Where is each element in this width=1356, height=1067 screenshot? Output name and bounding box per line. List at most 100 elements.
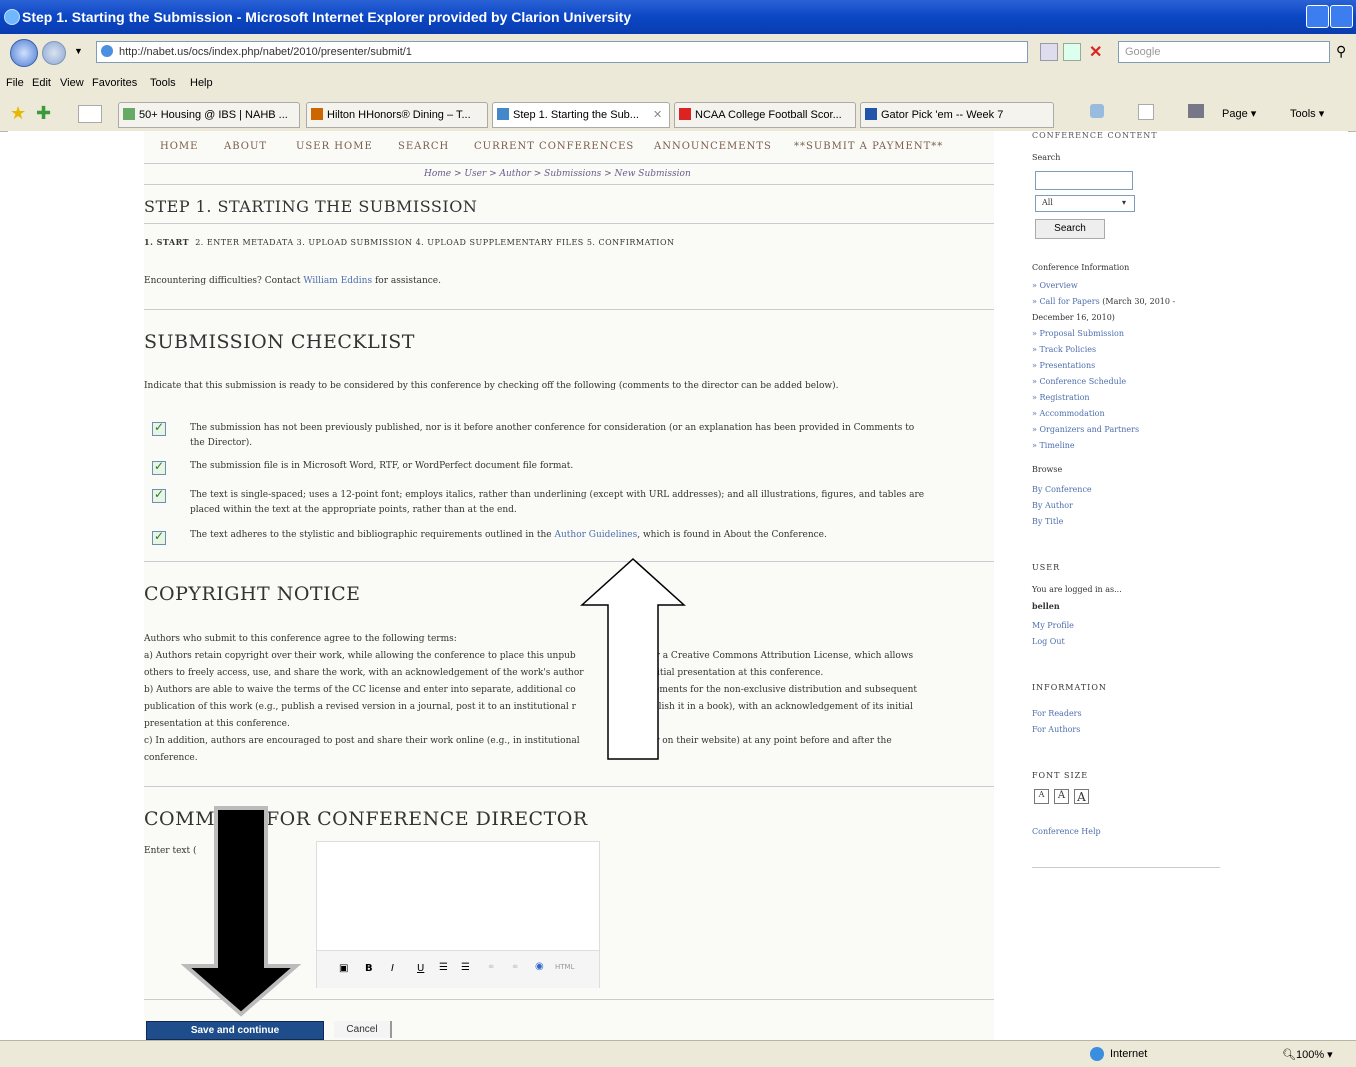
tab-ncaa[interactable]: NCAA College Football Scor... <box>674 102 856 128</box>
tab-hilton[interactable]: Hilton HHonors® Dining – T... <box>306 102 488 128</box>
nav-announcements[interactable]: ANNOUNCEMENTS <box>654 141 772 152</box>
back-icon[interactable] <box>10 39 38 67</box>
cancel-button[interactable]: Cancel <box>334 1021 392 1038</box>
tab-gator[interactable]: Gator Pick 'em -- Week 7 <box>860 102 1054 128</box>
tab-housing[interactable]: 50+ Housing @ IBS | NAHB ... <box>118 102 300 128</box>
logged-in-text: You are logged in as... <box>1032 585 1122 594</box>
ie-icon <box>4 9 20 25</box>
for-authors-link[interactable]: For Authors <box>1032 725 1080 734</box>
checklist-checkbox[interactable] <box>152 420 166 436</box>
breadcrumb[interactable]: Home > User > Author > Submissions > New… <box>424 169 691 179</box>
sidebar-search-input[interactable] <box>1035 171 1133 190</box>
nav-about[interactable]: ABOUT <box>224 141 267 152</box>
black-down-arrow <box>180 806 302 1017</box>
checklist-checkbox[interactable] <box>152 487 166 503</box>
log-out-link[interactable]: Log Out <box>1032 637 1065 646</box>
stop-icon[interactable]: ✕ <box>1089 42 1102 62</box>
tools-menu-button[interactable]: Tools ▾ <box>1290 107 1324 120</box>
sidebar-search-button[interactable]: Search <box>1035 219 1105 239</box>
history-dropdown-icon[interactable]: ▼ <box>74 46 83 56</box>
address-dropdown-icon[interactable] <box>1040 43 1058 61</box>
link-proposal-submission[interactable]: » Proposal Submission <box>1032 329 1124 338</box>
link-registration[interactable]: » Registration <box>1032 393 1090 402</box>
comments-textarea[interactable]: ▣ B I U ☰ ☰ ⚭ ⚭ ◉ HTML <box>316 841 600 988</box>
unlink-icon[interactable]: ⚭ <box>511 962 519 973</box>
close-tab-icon[interactable]: ✕ <box>653 108 662 121</box>
print-icon[interactable] <box>1188 104 1204 118</box>
author-guidelines-link[interactable]: Author Guidelines <box>554 530 637 540</box>
numbered-list-icon[interactable]: ☰ <box>461 962 470 973</box>
internet-zone-icon <box>1090 1047 1104 1061</box>
underline-icon[interactable]: U <box>417 963 424 974</box>
zoom-level[interactable]: 🔍︎100% ▾ <box>1282 1048 1333 1061</box>
add-favorite-icon[interactable]: ✚ <box>36 103 51 124</box>
chevron-down-icon: ▾ <box>1122 198 1127 207</box>
link-accommodation[interactable]: » Accommodation <box>1032 409 1105 418</box>
checklist-checkbox[interactable] <box>152 459 166 475</box>
search-input[interactable]: Google <box>1118 41 1330 63</box>
divider <box>144 786 994 787</box>
conference-help-link[interactable]: Conference Help <box>1032 827 1101 836</box>
link-presentations[interactable]: » Presentations <box>1032 361 1095 370</box>
forward-icon[interactable] <box>42 41 66 65</box>
contact-link[interactable]: William Eddins <box>303 276 372 286</box>
bold-icon[interactable]: B <box>365 963 373 974</box>
bullet-list-icon[interactable]: ☰ <box>439 962 448 973</box>
quick-tabs-icon[interactable] <box>78 105 102 123</box>
font-size-large-button[interactable]: A <box>1074 789 1089 804</box>
checklist-checkbox[interactable] <box>152 529 166 545</box>
menu-favorites[interactable]: Favorites <box>92 77 137 89</box>
tab-step1[interactable]: Step 1. Starting the Sub... ✕ <box>492 102 670 128</box>
link-schedule[interactable]: » Conference Schedule <box>1032 377 1126 386</box>
username: bellen <box>1032 601 1060 611</box>
conference-info-heading: Conference Information <box>1032 263 1130 272</box>
favorites-star-icon[interactable]: ★ <box>10 103 26 124</box>
menu-view[interactable]: View <box>60 77 84 89</box>
menu-file[interactable]: File <box>6 77 24 89</box>
step-rest[interactable]: 2. ENTER METADATA 3. UPLOAD SUBMISSION 4… <box>195 238 674 247</box>
link-timeline[interactable]: » Timeline <box>1032 441 1075 450</box>
nav-search[interactable]: SEARCH <box>398 141 449 152</box>
refresh-icon[interactable] <box>1063 43 1081 61</box>
menu-tools[interactable]: Tools <box>150 77 176 89</box>
page-menu-button[interactable]: Page ▾ <box>1222 107 1256 120</box>
nav-submit-payment[interactable]: **SUBMIT A PAYMENT** <box>794 141 943 152</box>
html-icon[interactable]: HTML <box>555 963 574 971</box>
link-call-for-papers[interactable]: » Call for Papers (March 30, 2010 - <box>1032 297 1175 306</box>
zoom-icon: 🔍︎ <box>1282 1049 1296 1061</box>
my-profile-link[interactable]: My Profile <box>1032 621 1074 630</box>
menu-edit[interactable]: Edit <box>32 77 51 89</box>
maximize-button[interactable] <box>1330 5 1353 28</box>
browse-by-conference[interactable]: By Conference <box>1032 485 1092 494</box>
font-size-small-button[interactable]: A <box>1034 789 1049 804</box>
status-bar: Internet 🔍︎100% ▾ <box>0 1040 1356 1067</box>
search-scope-select[interactable]: All ▾ <box>1035 195 1135 212</box>
font-size-medium-button[interactable]: A <box>1054 789 1069 804</box>
link-icon[interactable]: ⚭ <box>487 962 495 973</box>
link-track-policies[interactable]: » Track Policies <box>1032 345 1096 354</box>
browse-by-author[interactable]: By Author <box>1032 501 1073 510</box>
nav-current-conferences[interactable]: CURRENT CONFERENCES <box>474 141 634 152</box>
home-icon[interactable] <box>1090 104 1104 118</box>
feeds-icon[interactable] <box>1138 104 1154 120</box>
editor-toolbar: ▣ B I U ☰ ☰ ⚭ ⚭ ◉ HTML <box>317 950 599 988</box>
nav-home[interactable]: HOME <box>160 141 198 152</box>
search-icon[interactable]: ⚲ <box>1336 43 1346 60</box>
link-organizers[interactable]: » Organizers and Partners <box>1032 425 1139 434</box>
paste-icon[interactable]: ▣ <box>339 963 348 974</box>
tab-favicon-icon <box>123 108 135 120</box>
comments-heading-part2: FOR CONFERENCE DIRECTOR <box>266 808 588 830</box>
link-overview[interactable]: » Overview <box>1032 281 1078 290</box>
address-input[interactable]: http://nabet.us/ocs/index.php/nabet/2010… <box>96 41 1028 63</box>
browse-by-title[interactable]: By Title <box>1032 517 1063 526</box>
for-readers-link[interactable]: For Readers <box>1032 709 1082 718</box>
nav-user-home[interactable]: USER HOME <box>296 141 373 152</box>
italic-icon[interactable]: I <box>391 963 394 974</box>
minimize-button[interactable] <box>1306 5 1329 28</box>
menu-help[interactable]: Help <box>190 77 213 89</box>
save-and-continue-button[interactable]: Save and continue <box>146 1021 324 1040</box>
menu-bar: File Edit View Favorites Tools Help <box>0 71 1356 95</box>
checklist-heading: SUBMISSION CHECKLIST <box>144 331 415 353</box>
step-current: 1. START <box>144 237 190 247</box>
image-icon[interactable]: ◉ <box>535 961 544 972</box>
